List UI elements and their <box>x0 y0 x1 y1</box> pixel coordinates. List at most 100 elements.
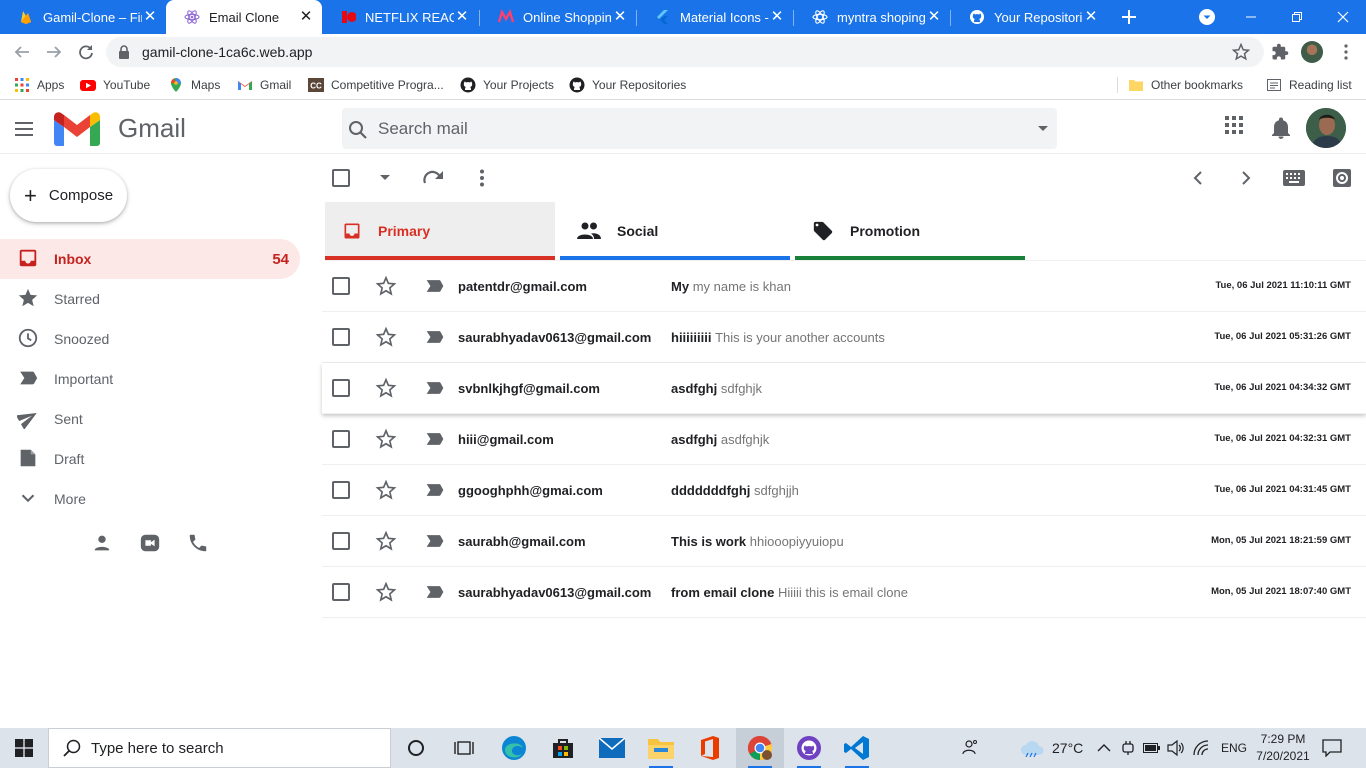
label-important-icon[interactable] <box>425 277 445 295</box>
star-outline-icon[interactable] <box>375 530 397 552</box>
close-icon[interactable]: ✕ <box>1083 9 1099 25</box>
browser-tab-material-icons[interactable]: Material Icons - M ✕ <box>637 0 793 34</box>
email-row[interactable]: patentdr@gmail.com My my name is khan Tu… <box>322 261 1366 312</box>
task-view-button[interactable] <box>440 728 488 768</box>
reading-list[interactable]: Reading list <box>1266 76 1352 94</box>
browser-tab-firebase[interactable]: Gamil-Clone – Fir ✕ <box>0 0 166 34</box>
close-icon[interactable]: ✕ <box>612 9 628 25</box>
label-important-icon[interactable] <box>425 328 445 346</box>
duo-icon[interactable] <box>139 532 161 554</box>
menu-icon[interactable] <box>12 117 36 141</box>
tab-social[interactable]: Social <box>560 202 790 260</box>
file-explorer-app[interactable] <box>637 728 685 768</box>
tab-primary[interactable]: Primary <box>325 202 555 260</box>
star-outline-icon[interactable] <box>375 275 397 297</box>
search-input[interactable] <box>378 108 1018 149</box>
github-desktop-app[interactable] <box>785 728 833 768</box>
mail-app[interactable] <box>588 728 636 768</box>
people-tray[interactable] <box>962 728 980 768</box>
label-important-icon[interactable] <box>425 481 445 499</box>
sidebar-item-starred[interactable]: Starred <box>0 279 300 319</box>
email-checkbox[interactable] <box>332 583 350 601</box>
back-button[interactable] <box>8 38 36 66</box>
browser-tab-myntra[interactable]: myntra shoping s ✕ <box>794 0 950 34</box>
close-icon[interactable]: ✕ <box>298 9 314 25</box>
star-outline-icon[interactable] <box>375 428 397 450</box>
label-important-icon[interactable] <box>425 583 445 601</box>
browser-menu-button[interactable] <box>1332 38 1360 66</box>
system-tray-icons[interactable]: ENG <box>1097 728 1247 768</box>
email-row[interactable]: ggooghphh@gmai.com dddddddfghj sdfghjjh … <box>322 465 1366 516</box>
sidebar-item-more[interactable]: More <box>0 479 300 519</box>
vscode-app[interactable] <box>833 728 881 768</box>
arrow-drop-down-icon[interactable] <box>379 174 391 182</box>
arrow-drop-down-icon[interactable] <box>1035 120 1051 136</box>
star-outline-icon[interactable] <box>375 479 397 501</box>
email-row[interactable]: saurabhyadav0613@gmail.com from email cl… <box>322 567 1366 618</box>
email-row[interactable]: hiii@gmail.com asdfghj asdfghjk Tue, 06 … <box>322 414 1366 465</box>
sidebar-item-draft[interactable]: Draft <box>0 439 300 479</box>
redo-icon[interactable] <box>422 168 446 188</box>
start-button[interactable] <box>0 728 48 768</box>
star-outline-icon[interactable] <box>375 581 397 603</box>
search-bar[interactable] <box>342 108 1057 149</box>
sidebar-item-important[interactable]: Important <box>0 359 300 399</box>
tab-search-button[interactable] <box>1184 0 1230 34</box>
star-outline-icon[interactable] <box>375 326 397 348</box>
sidebar-item-sent[interactable]: Sent <box>0 399 300 439</box>
label-important-icon[interactable] <box>425 532 445 550</box>
bookmark-your-repositories[interactable]: Your Repositories <box>569 76 686 94</box>
more-vert-icon[interactable] <box>479 169 485 187</box>
notification-center-button[interactable] <box>1322 728 1342 768</box>
email-checkbox[interactable] <box>332 532 350 550</box>
notifications-icon[interactable] <box>1271 117 1291 139</box>
sidebar-item-snoozed[interactable]: Snoozed <box>0 319 300 359</box>
sidebar-item-inbox[interactable]: Inbox 54 <box>0 239 300 279</box>
email-checkbox[interactable] <box>332 328 350 346</box>
restore-button[interactable] <box>1274 0 1320 34</box>
compose-button[interactable]: + Compose <box>10 169 127 222</box>
bookmark-maps[interactable]: Maps <box>168 76 220 94</box>
avatar[interactable] <box>1306 108 1346 148</box>
chrome-app[interactable] <box>736 728 784 768</box>
keyboard-icon[interactable] <box>1283 170 1305 186</box>
apps-icon[interactable] <box>1225 116 1243 134</box>
office-app[interactable] <box>686 728 734 768</box>
star-outline-icon[interactable] <box>375 377 397 399</box>
email-checkbox[interactable] <box>332 277 350 295</box>
email-row[interactable]: svbnlkjhgf@gmail.com asdfghj sdfghjk Tue… <box>322 363 1366 414</box>
edge-app[interactable] <box>490 728 538 768</box>
search-icon[interactable] <box>346 118 370 142</box>
browser-tab-your-repositories[interactable]: Your Repositories ✕ <box>951 0 1107 34</box>
minimize-button[interactable] <box>1228 0 1274 34</box>
store-app[interactable] <box>539 728 587 768</box>
close-icon[interactable]: ✕ <box>142 9 158 25</box>
bookmark-your-projects[interactable]: Your Projects <box>460 76 554 94</box>
wifi-icon[interactable] <box>1193 740 1209 756</box>
chevron-left-icon[interactable] <box>1190 170 1206 186</box>
system-clock[interactable]: 7:29 PM 7/20/2021 <box>1248 731 1318 765</box>
profile-button[interactable] <box>1298 38 1326 66</box>
bookmark-gmail[interactable]: Gmail <box>237 76 291 94</box>
email-row[interactable]: saurabh@gmail.com This is work hhiooopiy… <box>322 516 1366 567</box>
chevron-up-icon[interactable] <box>1097 743 1111 753</box>
bookmark-youtube[interactable]: YouTube <box>80 76 150 94</box>
browser-tab-email-clone[interactable]: Email Clone ✕ <box>166 0 322 34</box>
close-icon[interactable]: ✕ <box>769 9 785 25</box>
email-checkbox[interactable] <box>332 430 350 448</box>
settings-icon[interactable] <box>1332 168 1352 188</box>
email-row[interactable]: saurabhyadav0613@gmail.com hiiiiiiiii Th… <box>322 312 1366 363</box>
forward-button[interactable] <box>40 38 68 66</box>
close-window-button[interactable] <box>1320 0 1366 34</box>
bookmark-star-icon[interactable] <box>1232 43 1250 61</box>
close-icon[interactable]: ✕ <box>926 9 942 25</box>
reload-button[interactable] <box>72 38 100 66</box>
weather-widget[interactable]: 27°C <box>1020 728 1083 768</box>
tab-promotion[interactable]: Promotion <box>795 202 1025 260</box>
new-tab-button[interactable] <box>1106 0 1152 34</box>
select-all-checkbox[interactable] <box>332 169 350 187</box>
browser-tab-online-shopping[interactable]: Online Shopping ✕ <box>480 0 636 34</box>
close-icon[interactable]: ✕ <box>454 9 470 25</box>
language-indicator[interactable]: ENG <box>1221 741 1247 755</box>
bookmark-apps[interactable]: Apps <box>14 76 64 94</box>
